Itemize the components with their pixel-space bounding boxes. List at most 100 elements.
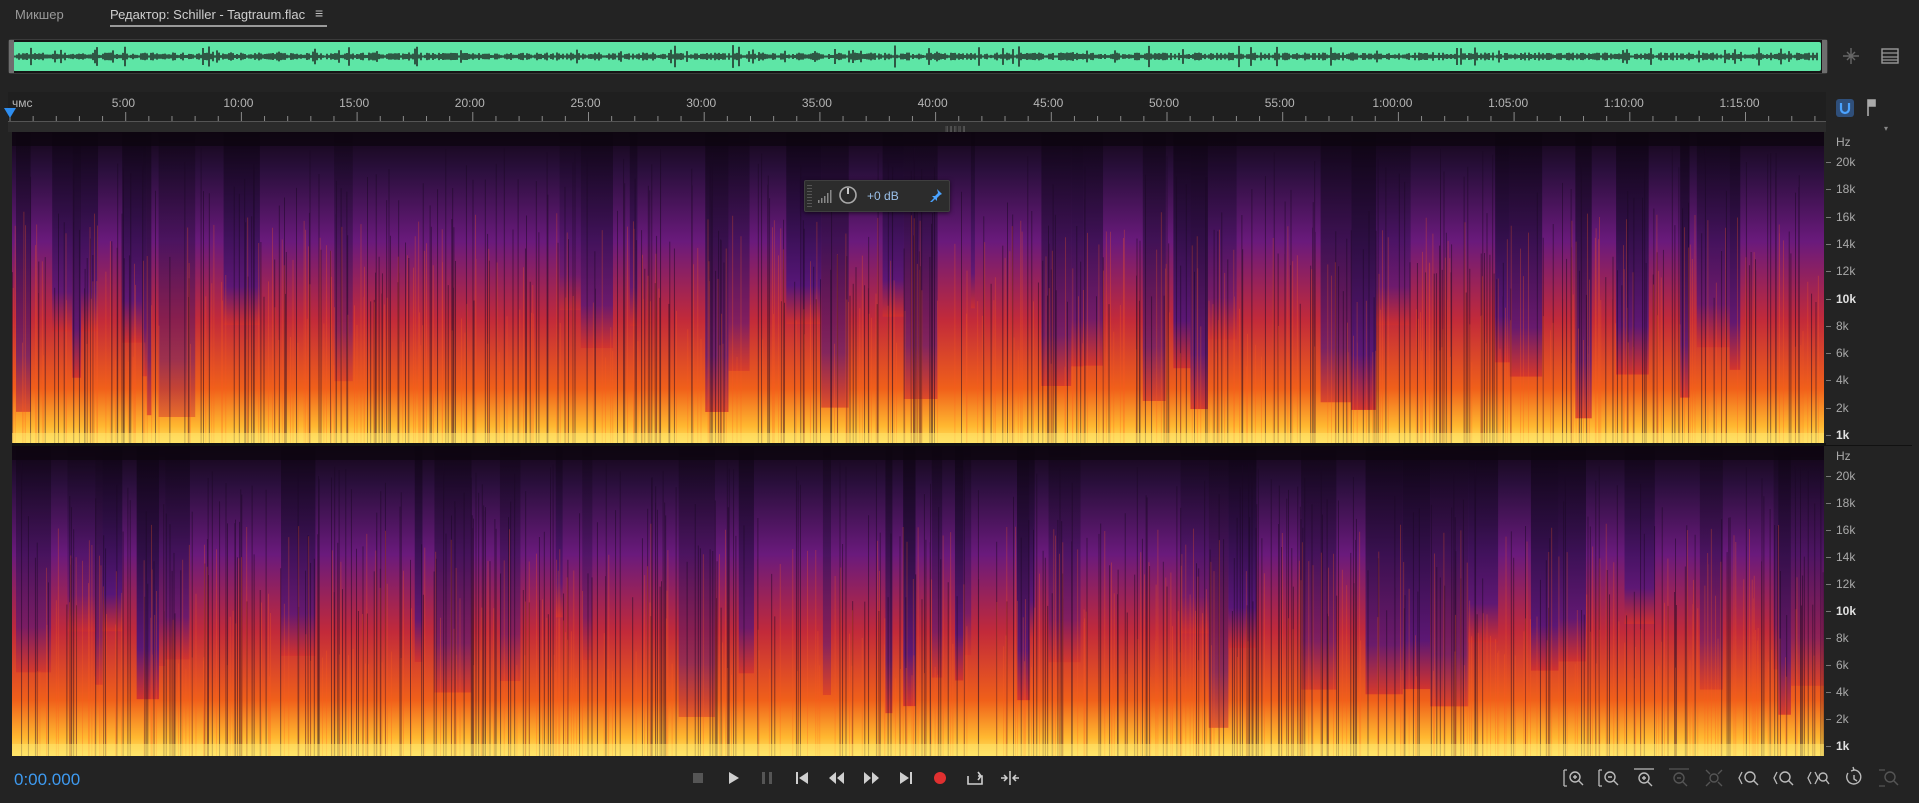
- hz-tick-label: 18k: [1836, 496, 1856, 510]
- ruler-time-label: 5:00: [111, 96, 136, 110]
- ruler-time-label: 45:00: [1033, 96, 1064, 110]
- hz-unit-label: Hz: [1836, 449, 1851, 463]
- hz-tick-label: 6k: [1836, 346, 1849, 361]
- ruler-time-label: 50:00: [1149, 96, 1180, 110]
- hz-tick-label: 12k: [1836, 577, 1856, 591]
- hz-tick: [1826, 243, 1831, 245]
- horizontal-scrollbar[interactable]: [8, 122, 1826, 132]
- hz-tick: [1826, 380, 1831, 382]
- record-icon[interactable]: [927, 766, 953, 790]
- hz-tick-label: 6k: [1836, 658, 1849, 672]
- panel-settings-icon[interactable]: [1878, 44, 1902, 68]
- marker-icon[interactable]: [1858, 96, 1884, 120]
- ruler-time-label: 35:00: [801, 96, 832, 110]
- ruler-time-label: 20:00: [454, 96, 485, 110]
- hz-tick-label: 8k: [1836, 318, 1849, 333]
- hz-tick: [1826, 719, 1831, 720]
- hz-tick-label: 1k: [1836, 739, 1850, 753]
- ruler-time-label: 10:00: [223, 96, 254, 110]
- hz-tick-label: 16k: [1836, 209, 1856, 224]
- hz-tick: [1826, 298, 1831, 300]
- spectrogram-channel-right[interactable]: [12, 446, 1824, 756]
- pause-icon[interactable]: [754, 766, 780, 790]
- frequency-scale-right: Hz 20k 18k 16k 14k 12k 10k 8k 6k 4k 2k 1k: [1826, 446, 1919, 756]
- hamburger-menu-icon[interactable]: ≡: [315, 5, 323, 21]
- hz-tick: [1826, 162, 1831, 163]
- hz-tick-label: 20k: [1836, 155, 1856, 169]
- hz-tick-label: 18k: [1836, 182, 1856, 197]
- hz-tick: [1826, 271, 1831, 273]
- ruler-time-label: 1:00:00: [1372, 96, 1413, 110]
- time-ruler[interactable]: чмс 5:00 10:00 15:00 20:00 25:00 30:00 35:00 40…: [8, 92, 1826, 122]
- hz-tick: [1826, 407, 1831, 409]
- hz-tick-label: 14k: [1836, 236, 1856, 251]
- hz-tick: [1826, 611, 1831, 612]
- ruler-time-label: 1:05:00: [1488, 96, 1529, 110]
- go-to-start-icon[interactable]: [789, 766, 815, 790]
- zoom-out-full-icon[interactable]: [1702, 766, 1728, 790]
- zoom-in-amplitude-icon[interactable]: [1562, 766, 1588, 790]
- hz-tick-label: 10k: [1836, 604, 1857, 618]
- level-bars-icon: [818, 190, 832, 203]
- hz-tick-label: 14k: [1836, 550, 1856, 564]
- hz-tick-label: 20k: [1836, 469, 1856, 483]
- hz-tick-label: 1k: [1836, 428, 1850, 442]
- skip-selection-icon[interactable]: [997, 766, 1023, 790]
- zoom-out-amplitude-icon[interactable]: [1597, 766, 1623, 790]
- hz-tick: [1826, 638, 1831, 639]
- spectrogram-channel-left[interactable]: [12, 132, 1824, 445]
- ruler-time-label: 1:15:00: [1719, 96, 1760, 110]
- hz-tick: [1826, 665, 1831, 666]
- ruler-time-label: 25:00: [570, 96, 601, 110]
- hz-tick: [1826, 746, 1831, 747]
- volume-knob-icon[interactable]: [838, 185, 858, 205]
- tab-bar: Микшер Редактор: Schiller - Tagtraum.fla…: [0, 0, 1919, 30]
- zoom-in-at-out-point-icon[interactable]: [1772, 766, 1798, 790]
- hz-tick: [1826, 476, 1831, 477]
- loop-playback-icon[interactable]: [962, 766, 988, 790]
- hz-tick: [1826, 353, 1831, 355]
- ruler-time-label: 30:00: [686, 96, 717, 110]
- overview-waveform[interactable]: [8, 39, 1828, 74]
- ruler-time-label: 15:00: [339, 96, 370, 110]
- hz-tick: [1826, 584, 1831, 585]
- tab-editor[interactable]: Редактор: Schiller - Tagtraum.flac: [110, 7, 328, 27]
- hz-tick: [1826, 325, 1831, 327]
- hz-tick-label: 4k: [1836, 685, 1849, 699]
- pin-icon[interactable]: [929, 188, 943, 202]
- hz-tick: [1826, 530, 1831, 531]
- hz-tick: [1826, 435, 1831, 436]
- hud-gain-control[interactable]: +0 dB: [804, 180, 950, 212]
- frequency-scale-left: Hz 20k 18k 16k 14k 12k 10k 8k 6k 4k 2k 1k: [1826, 132, 1919, 445]
- zoom-to-selection-icon[interactable]: [1807, 766, 1833, 790]
- hz-tick-label: 12k: [1836, 264, 1856, 279]
- play-icon[interactable]: [720, 766, 746, 790]
- zoom-out-time-icon[interactable]: [1667, 766, 1693, 790]
- ruler-time-label: 55:00: [1264, 96, 1295, 110]
- playhead-marker[interactable]: [4, 108, 16, 118]
- tab-mixer[interactable]: Микшер: [15, 7, 64, 22]
- zoom-in-time-icon[interactable]: [1632, 766, 1658, 790]
- zoom-selected-tracks-icon[interactable]: [1877, 766, 1903, 790]
- rewind-icon[interactable]: [824, 766, 850, 790]
- ruler-time-label: 40:00: [917, 96, 948, 110]
- hz-tick: [1826, 216, 1831, 218]
- go-to-end-icon[interactable]: [893, 766, 919, 790]
- hz-tick-label: 2k: [1836, 400, 1849, 415]
- zoom-reset-icon[interactable]: [1842, 766, 1868, 790]
- hz-tick: [1826, 189, 1831, 191]
- hz-tick: [1826, 503, 1831, 504]
- hz-tick-label: 4k: [1836, 373, 1849, 388]
- current-time-display[interactable]: 0:00.000: [14, 770, 80, 790]
- ruler-time-label: 1:10:00: [1603, 96, 1644, 110]
- hud-grip-icon[interactable]: [807, 185, 812, 207]
- snap-toggle-icon[interactable]: [1832, 96, 1858, 120]
- zoom-navigator-icon[interactable]: [1839, 44, 1863, 68]
- stop-icon[interactable]: [685, 766, 711, 790]
- hz-tick-label: 16k: [1836, 523, 1856, 537]
- hz-tick: [1826, 557, 1831, 558]
- fast-forward-icon[interactable]: [858, 766, 884, 790]
- gain-value[interactable]: +0 dB: [867, 189, 899, 203]
- hz-unit-label: Hz: [1836, 135, 1851, 149]
- zoom-in-at-in-point-icon[interactable]: [1737, 766, 1763, 790]
